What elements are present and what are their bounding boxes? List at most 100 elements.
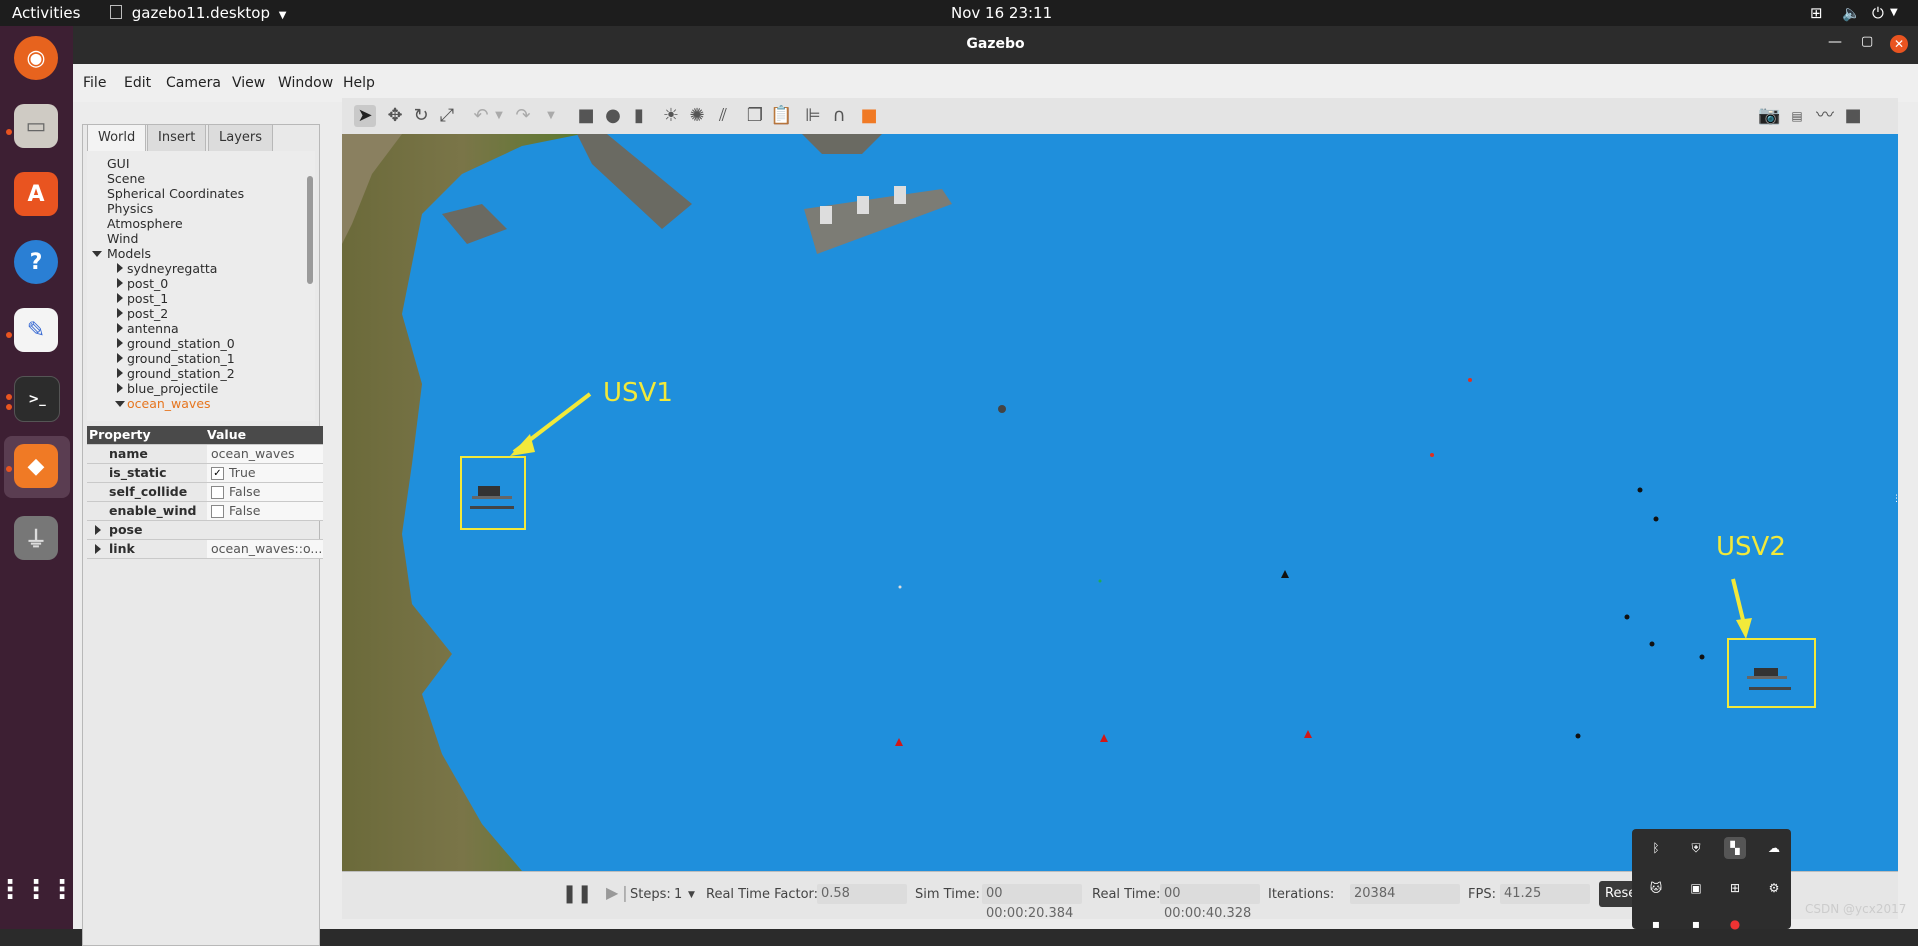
model-item-selected[interactable]: ocean_waves bbox=[127, 396, 211, 411]
settings-icon[interactable]: ⚙ bbox=[1763, 877, 1785, 899]
expand-icon[interactable] bbox=[117, 368, 123, 378]
file-icon[interactable]: ▪ bbox=[1685, 913, 1707, 935]
model-item[interactable]: post_1 bbox=[127, 291, 168, 306]
step-icon[interactable]: ▶❘ bbox=[606, 883, 632, 902]
cloud-off-icon[interactable]: ☁ bbox=[1763, 837, 1785, 859]
checkbox-checked[interactable]: ✓ bbox=[211, 467, 224, 480]
menu-view[interactable]: View bbox=[232, 75, 265, 91]
translate-mode-icon[interactable]: ✥ bbox=[384, 105, 406, 127]
model-item[interactable]: sydneyregatta bbox=[127, 261, 217, 276]
maximize-icon[interactable]: ▢ bbox=[1861, 34, 1873, 49]
firefox-icon[interactable]: ◉ bbox=[14, 36, 58, 80]
menu-window[interactable]: Window bbox=[278, 75, 333, 91]
screenshot-icon[interactable]: 📷 bbox=[1758, 105, 1780, 127]
tree-item-wind[interactable]: Wind bbox=[107, 231, 138, 246]
copy-icon[interactable]: ❐ bbox=[744, 105, 766, 127]
menu-camera[interactable]: Camera bbox=[166, 75, 221, 91]
chevron-down-icon[interactable]: ▼ bbox=[488, 105, 510, 127]
chevron-down-icon[interactable]: ▼ bbox=[540, 105, 562, 127]
box-shape-icon[interactable]: ■ bbox=[575, 105, 597, 127]
sphere-shape-icon[interactable]: ● bbox=[602, 105, 624, 127]
expand-icon[interactable] bbox=[117, 383, 123, 393]
power-icon[interactable]: ⏻ bbox=[1872, 4, 1884, 22]
clock[interactable]: Nov 16 23:11 bbox=[951, 4, 1052, 22]
model-item[interactable]: post_0 bbox=[127, 276, 168, 291]
menu-help[interactable]: Help bbox=[343, 75, 375, 91]
panel-splitter-handle[interactable]: ⋮ bbox=[1892, 494, 1898, 514]
network-icon[interactable]: ⊞ bbox=[1810, 4, 1823, 22]
expand-icon[interactable] bbox=[117, 308, 123, 318]
tree-item-gui[interactable]: GUI bbox=[107, 156, 130, 171]
property-value[interactable]: False bbox=[207, 502, 323, 520]
bluetooth-icon[interactable]: ᛒ bbox=[1645, 837, 1667, 859]
checkbox[interactable] bbox=[211, 486, 224, 499]
expand-icon[interactable] bbox=[117, 278, 123, 288]
expand-icon[interactable] bbox=[117, 353, 123, 363]
usb-icon[interactable]: ⏚ bbox=[14, 516, 58, 560]
property-row-link[interactable]: link ocean_waves::o... bbox=[87, 540, 323, 559]
property-row-is-static[interactable]: is_static ✓ True bbox=[87, 464, 323, 483]
tree-scrollbar[interactable] bbox=[307, 176, 313, 284]
align-icon[interactable]: ⊫ bbox=[802, 105, 824, 127]
property-value[interactable]: ✓ True bbox=[207, 464, 323, 482]
cylinder-shape-icon[interactable]: ▮ bbox=[628, 105, 650, 127]
expand-icon[interactable] bbox=[117, 263, 123, 273]
checkbox[interactable] bbox=[211, 505, 224, 518]
expand-icon[interactable] bbox=[95, 525, 101, 535]
expand-icon[interactable] bbox=[92, 251, 102, 257]
terminal-icon[interactable]: >_ bbox=[14, 376, 60, 422]
model-item[interactable]: ground_station_2 bbox=[127, 366, 235, 381]
tree-item-physics[interactable]: Physics bbox=[107, 201, 153, 216]
tree-item-spherical-coordinates[interactable]: Spherical Coordinates bbox=[107, 186, 244, 201]
expand-icon[interactable] bbox=[117, 323, 123, 333]
help-icon[interactable]: ? bbox=[14, 240, 58, 284]
expand-icon[interactable] bbox=[115, 401, 125, 407]
activities-button[interactable]: Activities bbox=[12, 4, 80, 22]
files-icon[interactable]: ▭ bbox=[14, 104, 58, 148]
chevron-down-icon[interactable]: ▼ bbox=[688, 890, 695, 900]
property-value[interactable]: False bbox=[207, 483, 323, 501]
software-icon[interactable]: A bbox=[14, 172, 58, 216]
chevron-down-icon[interactable]: ▼ bbox=[1890, 7, 1898, 18]
window-switch-icon[interactable]: ▚ bbox=[1724, 837, 1746, 859]
log-icon[interactable]: ▤ bbox=[1786, 105, 1808, 127]
plot-icon[interactable]: 〰 bbox=[1814, 105, 1836, 127]
steps-input[interactable]: 1 bbox=[674, 887, 682, 902]
3d-viewport[interactable]: USV1 USV2 ⋮ bbox=[342, 134, 1898, 871]
app-grid-icon[interactable]: ⋮⋮⋮ bbox=[0, 868, 75, 912]
change-view-icon[interactable]: ■ bbox=[858, 105, 880, 127]
model-item[interactable]: post_2 bbox=[127, 306, 168, 321]
close-icon[interactable]: ✕ bbox=[1890, 35, 1908, 53]
tab-insert[interactable]: Insert bbox=[147, 124, 207, 151]
spot-light-icon[interactable]: ✺ bbox=[686, 105, 708, 127]
snap-icon[interactable]: ∩ bbox=[828, 105, 850, 127]
pause-icon[interactable]: ❚❚ bbox=[562, 883, 592, 904]
select-mode-icon[interactable]: ➤ bbox=[354, 105, 376, 127]
scale-mode-icon[interactable]: ⤢ bbox=[436, 105, 458, 127]
tree-item-models[interactable]: Models bbox=[107, 246, 151, 261]
paste-icon[interactable]: 📋 bbox=[770, 105, 792, 127]
shield-icon[interactable]: ⛨ bbox=[1685, 837, 1707, 859]
text-editor-icon[interactable]: ✎ bbox=[14, 308, 58, 352]
rotate-mode-icon[interactable]: ↻ bbox=[410, 105, 432, 127]
redo-icon[interactable]: ↷ bbox=[512, 105, 534, 127]
tab-layers[interactable]: Layers bbox=[208, 124, 274, 151]
expand-icon[interactable] bbox=[95, 544, 101, 554]
property-row-self-collide[interactable]: self_collide False bbox=[87, 483, 323, 502]
property-value[interactable]: ocean_waves::o... bbox=[207, 540, 323, 558]
model-item[interactable]: blue_projectile bbox=[127, 381, 218, 396]
video-record-icon[interactable]: ■ bbox=[1842, 105, 1864, 127]
directional-light-icon[interactable]: ⫽ bbox=[712, 105, 734, 127]
app-menu[interactable]: gazebo11.desktop ▼ bbox=[110, 4, 286, 22]
cat-icon[interactable]: 🐱 bbox=[1645, 877, 1667, 899]
tree-item-atmosphere[interactable]: Atmosphere bbox=[107, 216, 183, 231]
property-row-pose[interactable]: pose bbox=[87, 521, 323, 540]
tree-item-scene[interactable]: Scene bbox=[107, 171, 145, 186]
volume-icon[interactable]: 🔈 bbox=[1842, 4, 1861, 22]
property-row-enable-wind[interactable]: enable_wind False bbox=[87, 502, 323, 521]
network-icon[interactable]: ⊞ bbox=[1724, 877, 1746, 899]
menu-edit[interactable]: Edit bbox=[124, 75, 151, 91]
display-icon[interactable]: ▣ bbox=[1685, 877, 1707, 899]
property-value[interactable]: ocean_waves bbox=[207, 445, 323, 463]
property-row-name[interactable]: name ocean_waves bbox=[87, 445, 323, 464]
